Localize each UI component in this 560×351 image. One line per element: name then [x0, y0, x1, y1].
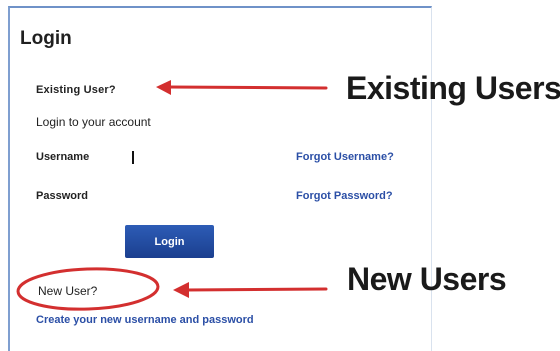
login-button[interactable]: Login — [125, 225, 214, 258]
forgot-password-link[interactable]: Forgot Password? — [296, 190, 393, 202]
username-label: Username — [36, 151, 90, 163]
forgot-username-link[interactable]: Forgot Username? — [296, 151, 394, 163]
existing-user-heading: Existing User? — [36, 84, 116, 96]
create-account-link[interactable]: Create your new username and password — [36, 314, 254, 326]
login-panel — [8, 6, 432, 351]
new-users-annotation: New Users — [347, 261, 507, 297]
new-user-heading: New User? — [38, 284, 98, 298]
username-input[interactable] — [122, 147, 280, 167]
login-title: Login — [20, 28, 72, 49]
password-input[interactable] — [122, 186, 276, 208]
existing-users-annotation: Existing Users — [346, 70, 560, 106]
text-caret — [132, 151, 134, 164]
password-label: Password — [36, 190, 88, 202]
login-subtitle: Login to your account — [36, 115, 151, 129]
